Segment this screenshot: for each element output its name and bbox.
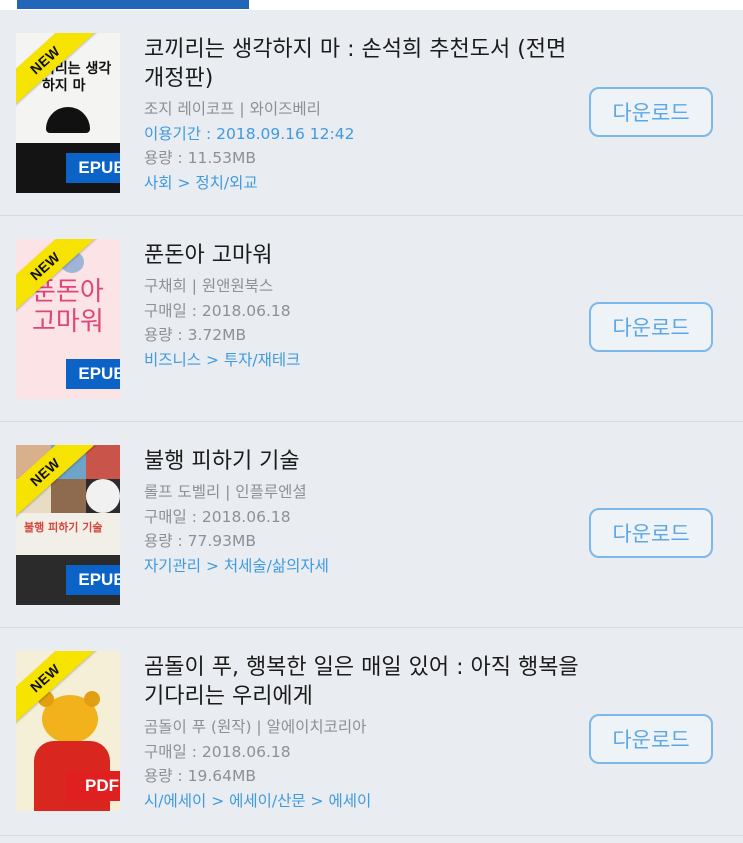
author-publisher: 구채희 | 원앤원북스	[144, 277, 274, 295]
download-button[interactable]: 다운로드	[589, 714, 713, 764]
book-item-4[interactable]: NEW PDF 곰돌이 푸, 행복한 일은 매일 있어 : 아직 행복을 기다리…	[0, 628, 743, 836]
purchase-date: 구매일 : 2018.06.18	[144, 507, 291, 526]
file-size: 용량 : 3.72MB	[144, 326, 247, 344]
author-publisher: 조지 레이코프 | 와이즈베리	[144, 100, 321, 118]
category-link[interactable]: 사회 > 정치/외교	[144, 171, 584, 196]
book-info-2: 푼돈아 고마워 구채희 | 원앤원북스 구매일 : 2018.06.18 용량 …	[144, 241, 584, 372]
book-item-1[interactable]: 끼리는 생각하지 마 NEW EPUB 코끼리는 생각하지 마 : 손석희 추천…	[0, 10, 743, 216]
purchase-date: 구매일 : 2018.06.18	[144, 742, 291, 761]
book-title[interactable]: 곰돌이 푸, 행복한 일은 매일 있어 : 아직 행복을 기다리는 우리에게	[144, 653, 584, 711]
file-size: 용량 : 11.53MB	[144, 149, 256, 167]
book-cover-3[interactable]: 불행 피하기 기술 NEW EPUB	[16, 445, 120, 605]
epub-badge: EPUB	[66, 359, 120, 389]
purchase-date: 구매일 : 2018.06.18	[144, 301, 291, 320]
epub-badge: EPUB	[66, 153, 120, 183]
download-button[interactable]: 다운로드	[589, 508, 713, 558]
cover-title-text: 푼돈아 고마워	[32, 277, 104, 337]
book-cover-2[interactable]: 푼돈아 고마워 NEW EPUB	[16, 239, 120, 399]
book-info-1: 코끼리는 생각하지 마 : 손석희 추천도서 (전면개정판) 조지 레이코프 |…	[144, 35, 584, 195]
author-publisher: 곰돌이 푸 (원작) | 알에이치코리아	[144, 718, 367, 736]
author-publisher: 롤프 도벨리 | 인플루엔셜	[144, 483, 307, 501]
category-link[interactable]: 시/에세이 > 에세이/산문 > 에세이	[144, 789, 584, 814]
file-size: 용량 : 19.64MB	[144, 767, 256, 785]
download-button[interactable]: 다운로드	[589, 87, 713, 137]
file-size: 용량 : 77.93MB	[144, 532, 256, 550]
category-link[interactable]: 비즈니스 > 투자/재테크	[144, 348, 584, 373]
book-info-4: 곰돌이 푸, 행복한 일은 매일 있어 : 아직 행복을 기다리는 우리에게 곰…	[144, 653, 584, 813]
rental-period: 이용기간 : 2018.09.16 12:42	[144, 124, 355, 143]
cover-title-text: 불행 피하기 기술	[24, 521, 103, 534]
book-list: 끼리는 생각하지 마 NEW EPUB 코끼리는 생각하지 마 : 손석희 추천…	[0, 10, 743, 843]
book-item-2[interactable]: 푼돈아 고마워 NEW EPUB 푼돈아 고마워 구채희 | 원앤원북스 구매일…	[0, 216, 743, 422]
download-button[interactable]: 다운로드	[589, 302, 713, 352]
book-title[interactable]: 불행 피하기 기술	[144, 447, 584, 476]
epub-badge: EPUB	[66, 565, 120, 595]
category-link[interactable]: 자기관리 > 처세술/삶의자세	[144, 554, 584, 579]
pdf-badge: PDF	[66, 771, 120, 801]
active-tab-indicator	[17, 0, 249, 9]
book-cover-4[interactable]: NEW PDF	[16, 651, 120, 811]
book-cover-1[interactable]: 끼리는 생각하지 마 NEW EPUB	[16, 33, 120, 193]
book-title[interactable]: 푼돈아 고마워	[144, 241, 584, 270]
book-item-3[interactable]: 불행 피하기 기술 NEW EPUB 불행 피하기 기술 롤프 도벨리 | 인플…	[0, 422, 743, 628]
book-title[interactable]: 코끼리는 생각하지 마 : 손석희 추천도서 (전면개정판)	[144, 35, 584, 93]
book-info-3: 불행 피하기 기술 롤프 도벨리 | 인플루엔셜 구매일 : 2018.06.1…	[144, 447, 584, 578]
